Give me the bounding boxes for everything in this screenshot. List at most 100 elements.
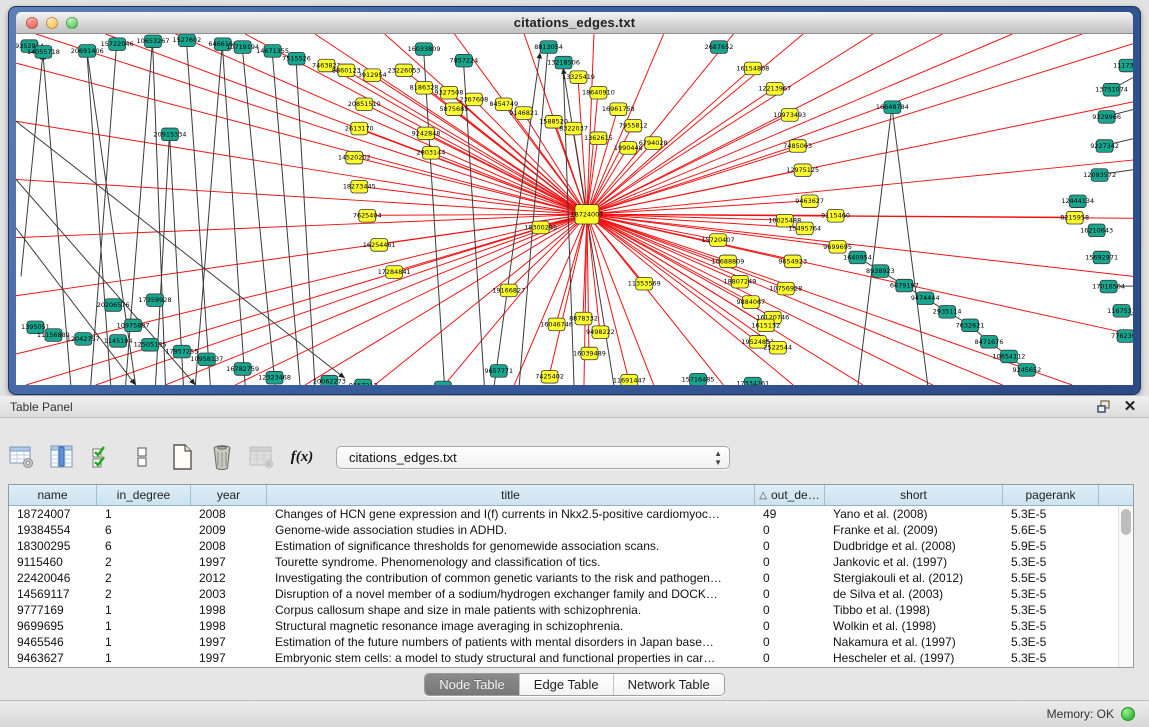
network-hub-node[interactable]: 18724007 bbox=[571, 205, 604, 224]
network-node[interactable]: 17016504 bbox=[1092, 280, 1125, 293]
cell-year[interactable]: 2012 bbox=[191, 570, 267, 586]
minimize-window-icon[interactable] bbox=[46, 17, 58, 29]
network-node[interactable]: 8322037 bbox=[559, 122, 588, 135]
network-node[interactable]: 16782759 bbox=[226, 363, 259, 376]
network-node[interactable]: 7632621 bbox=[956, 319, 985, 332]
network-node[interactable]: 15720407 bbox=[702, 234, 735, 247]
cell-out_de[interactable]: 0 bbox=[755, 650, 825, 666]
network-node[interactable]: 16046746 bbox=[540, 318, 573, 331]
cell-short[interactable]: Jankovic et al. (1997) bbox=[825, 554, 1003, 570]
network-node[interactable]: 13325419 bbox=[562, 71, 595, 84]
column-header-short[interactable]: short bbox=[825, 485, 1003, 505]
network-node[interactable]: 2367608 bbox=[459, 93, 488, 106]
network-node[interactable]: 11691447 bbox=[613, 374, 646, 385]
network-node[interactable]: 1615152 bbox=[751, 319, 780, 332]
network-node[interactable]: 18273445 bbox=[343, 180, 376, 193]
table-row[interactable]: 977716911998Corpus callosum shape and si… bbox=[9, 602, 1133, 618]
cell-pagerank[interactable]: 5.6E-5 bbox=[1003, 522, 1099, 538]
cell-out_de[interactable]: 49 bbox=[755, 506, 825, 522]
network-node[interactable]: 7857224 bbox=[450, 54, 479, 67]
table-row[interactable]: 946362711997Embryonic stem cells: a mode… bbox=[9, 650, 1133, 666]
cell-in_degree[interactable]: 6 bbox=[97, 538, 191, 554]
cell-title[interactable]: Structural magnetic resonance image aver… bbox=[267, 618, 755, 634]
network-node[interactable]: 8860123 bbox=[332, 64, 361, 77]
column-header-name[interactable]: name bbox=[9, 485, 97, 505]
cell-pagerank[interactable]: 5.3E-5 bbox=[1003, 586, 1099, 602]
cell-out_de[interactable]: 0 bbox=[755, 586, 825, 602]
cell-short[interactable]: de Silva et al. (2003) bbox=[825, 586, 1003, 602]
cell-short[interactable]: Stergiakouli et al. (2012) bbox=[825, 570, 1003, 586]
network-node[interactable]: 8215958 bbox=[1060, 211, 1089, 224]
network-node[interactable]: 9474444 bbox=[911, 292, 940, 305]
cell-in_degree[interactable]: 1 bbox=[97, 506, 191, 522]
network-node[interactable]: 2803144 bbox=[417, 146, 446, 159]
network-node[interactable]: 18807249 bbox=[723, 275, 756, 288]
cell-out_de[interactable]: 0 bbox=[755, 554, 825, 570]
cell-year[interactable]: 1998 bbox=[191, 618, 267, 634]
cell-out_de[interactable]: 0 bbox=[755, 570, 825, 586]
close-window-icon[interactable] bbox=[26, 17, 38, 29]
table-row[interactable]: 946554611997Estimation of the future num… bbox=[9, 634, 1133, 650]
network-node[interactable]: 10756928 bbox=[769, 282, 802, 295]
network-node[interactable]: 8471676 bbox=[975, 336, 1004, 349]
network-node[interactable]: 9115460 bbox=[821, 210, 850, 223]
select-all-check-icon[interactable] bbox=[88, 443, 116, 471]
cell-short[interactable]: Franke et al. (2009) bbox=[825, 522, 1003, 538]
network-node[interactable]: 13218506 bbox=[547, 56, 580, 69]
cell-year[interactable]: 1997 bbox=[191, 650, 267, 666]
network-node[interactable]: 10975887 bbox=[117, 319, 150, 332]
cell-in_degree[interactable]: 2 bbox=[97, 554, 191, 570]
network-node[interactable]: 10653267 bbox=[137, 35, 170, 48]
network-node[interactable]: 9463627 bbox=[795, 195, 824, 208]
cell-title[interactable]: Changes of HCN gene expression and I(f) … bbox=[267, 506, 755, 522]
network-node[interactable]: 15716485 bbox=[682, 373, 715, 385]
network-node[interactable]: 10688809 bbox=[712, 255, 745, 268]
network-node[interactable]: 9884067 bbox=[736, 296, 765, 309]
column-header-pagerank[interactable]: pagerank bbox=[1003, 485, 1099, 505]
network-node[interactable]: 1362615 bbox=[584, 132, 613, 145]
network-node[interactable]: 1527602 bbox=[172, 34, 201, 47]
network-node[interactable]: 8938923 bbox=[866, 265, 895, 278]
column-header-out_de[interactable]: △out_de… bbox=[755, 485, 825, 505]
float-panel-icon[interactable] bbox=[1095, 399, 1113, 415]
network-node[interactable]: 12213967 bbox=[758, 82, 791, 95]
cell-short[interactable]: Wolkin et al. (1998) bbox=[825, 618, 1003, 634]
column-header-year[interactable]: year bbox=[191, 485, 267, 505]
cell-out_de[interactable]: 0 bbox=[755, 602, 825, 618]
cell-pagerank[interactable]: 5.3E-5 bbox=[1003, 634, 1099, 650]
table-row[interactable]: 1872400712008Changes of HCN gene express… bbox=[9, 506, 1133, 522]
cell-pagerank[interactable]: 5.3E-5 bbox=[1003, 602, 1099, 618]
network-node[interactable]: 12093572 bbox=[1083, 169, 1116, 182]
network-node[interactable]: 12505135 bbox=[134, 338, 167, 351]
cell-short[interactable]: Yano et al. (2008) bbox=[825, 506, 1003, 522]
function-builder-icon[interactable]: f(x) bbox=[288, 443, 316, 471]
cell-title[interactable]: Corpus callosum shape and size in male p… bbox=[267, 602, 755, 618]
column-header-title[interactable]: title bbox=[267, 485, 755, 505]
cell-title[interactable]: Estimation of significance thresholds fo… bbox=[267, 538, 755, 554]
table-row[interactable]: 911546021997Tourette syndrome. Phenomeno… bbox=[9, 554, 1133, 570]
tab-node-table[interactable]: Node Table bbox=[425, 674, 520, 695]
network-node[interactable]: 10654112 bbox=[992, 350, 1025, 363]
cell-out_de[interactable]: 0 bbox=[755, 618, 825, 634]
network-node[interactable]: 10719194 bbox=[226, 41, 259, 54]
cell-in_degree[interactable]: 1 bbox=[97, 618, 191, 634]
cell-title[interactable]: Tourette syndrome. Phenomenology and cla… bbox=[267, 554, 755, 570]
network-node[interactable]: 20851510 bbox=[348, 98, 381, 111]
cell-out_de[interactable]: 0 bbox=[755, 522, 825, 538]
network-node[interactable]: 7762395 bbox=[1111, 330, 1133, 343]
cell-name[interactable]: 14569117 bbox=[9, 586, 97, 602]
cell-short[interactable]: Tibbo et al. (1998) bbox=[825, 602, 1003, 618]
network-node[interactable]: 1853584 bbox=[429, 381, 458, 385]
network-node[interactable]: 16039489 bbox=[573, 347, 606, 360]
table-row[interactable]: 1456911722003Disruption of a novel membe… bbox=[9, 586, 1133, 602]
zoom-window-icon[interactable] bbox=[66, 17, 78, 29]
network-node[interactable]: 2522544 bbox=[763, 341, 792, 354]
cell-in_degree[interactable]: 6 bbox=[97, 522, 191, 538]
network-node[interactable]: 7625404 bbox=[353, 210, 382, 223]
network-node[interactable]: 20062273 bbox=[313, 375, 346, 385]
cell-out_de[interactable]: 0 bbox=[755, 634, 825, 650]
cell-pagerank[interactable]: 5.5E-5 bbox=[1003, 570, 1099, 586]
cell-name[interactable]: 9777169 bbox=[9, 602, 97, 618]
network-node[interactable]: 1640954 bbox=[843, 251, 872, 264]
network-node[interactable]: 15495764 bbox=[788, 222, 821, 235]
